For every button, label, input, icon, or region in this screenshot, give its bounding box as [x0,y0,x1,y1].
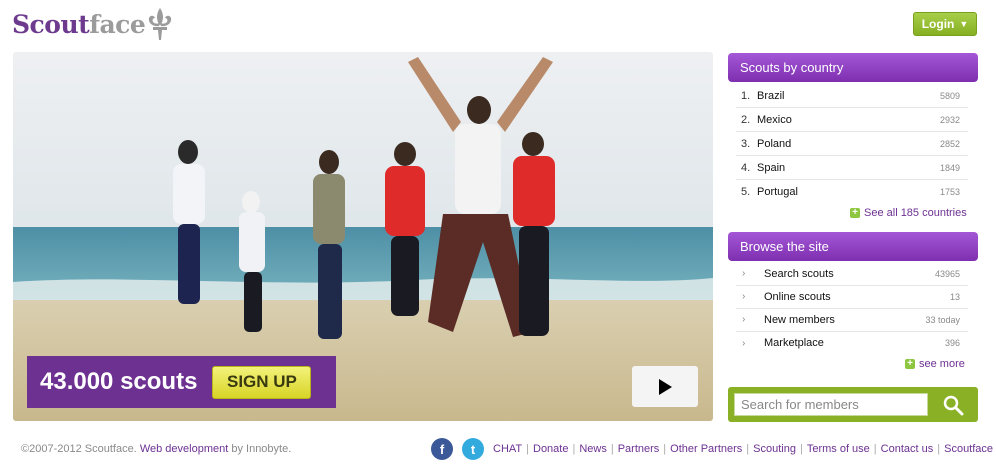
hero-banner: 43.000 scouts SIGN UP [13,52,713,421]
browse-row[interactable]: › New members 33 today [736,308,968,332]
search-button[interactable] [929,388,977,421]
plus-icon: + [850,208,860,218]
logo[interactable]: Scoutface [12,6,173,42]
scout-count: 43.000 scouts [40,368,198,395]
chevron-right-icon: › [742,291,746,302]
facebook-icon[interactable]: f [431,438,453,460]
footer-link-donate[interactable]: Donate [533,443,568,455]
country-row[interactable]: 2. Mexico 2932 [736,108,968,132]
twitter-icon[interactable]: t [462,438,484,460]
browse-row[interactable]: › Online scouts 13 [736,285,968,309]
chevron-right-icon: › [742,337,746,349]
footer-link-other-partners[interactable]: Other Partners [670,443,742,455]
footer-link-scouting[interactable]: Scouting [753,443,796,455]
browse-row[interactable]: › Marketplace 396 [736,331,968,355]
footer-links: CHAT | Donate | News | Partners | Other Partners… [493,443,994,455]
chevron-right-icon: › [742,314,746,325]
signup-banner: 43.000 scouts SIGN UP [27,356,336,408]
plus-icon: + [905,359,915,369]
footer-link-partners[interactable]: Partners [618,443,660,455]
country-row[interactable]: 1. Brazil 5809 [736,84,968,108]
login-label: Login [921,17,955,31]
country-row[interactable]: 4. Spain 1849 [736,156,968,180]
country-row[interactable]: 3. Poland 2852 [736,132,968,156]
chevron-down-icon: ▼ [959,19,969,29]
footer-copyright: ©2007-2012 Scoutface. Web development by… [21,443,292,455]
footer-link-chat[interactable]: CHAT [493,443,522,455]
see-more-link[interactable]: + see more [905,358,965,370]
footer-link-contact[interactable]: Contact us [881,443,934,455]
logo-wordmark: Scoutface [12,9,146,39]
web-development-link[interactable]: Web development [140,443,228,455]
footer-link-news[interactable]: News [579,443,607,455]
country-row[interactable]: 5. Portugal 1753 [736,180,968,204]
signup-button[interactable]: SIGN UP [212,365,312,399]
fleur-de-lis-icon [149,8,172,40]
see-all-countries-link[interactable]: + See all 185 countries [850,207,967,219]
footer-link-scoutface[interactable]: Scoutface [944,443,993,455]
play-icon [659,378,672,395]
play-button[interactable] [632,366,698,407]
search-input[interactable] [734,393,928,416]
search-icon [943,395,964,415]
countries-panel-title: Scouts by country [728,53,978,82]
footer-link-terms[interactable]: Terms of use [807,443,870,455]
chevron-right-icon: › [742,268,746,279]
login-button[interactable]: Login ▼ [913,12,977,36]
browse-panel-title: Browse the site [728,232,978,261]
browse-row[interactable]: › Search scouts 43965 [736,262,968,286]
